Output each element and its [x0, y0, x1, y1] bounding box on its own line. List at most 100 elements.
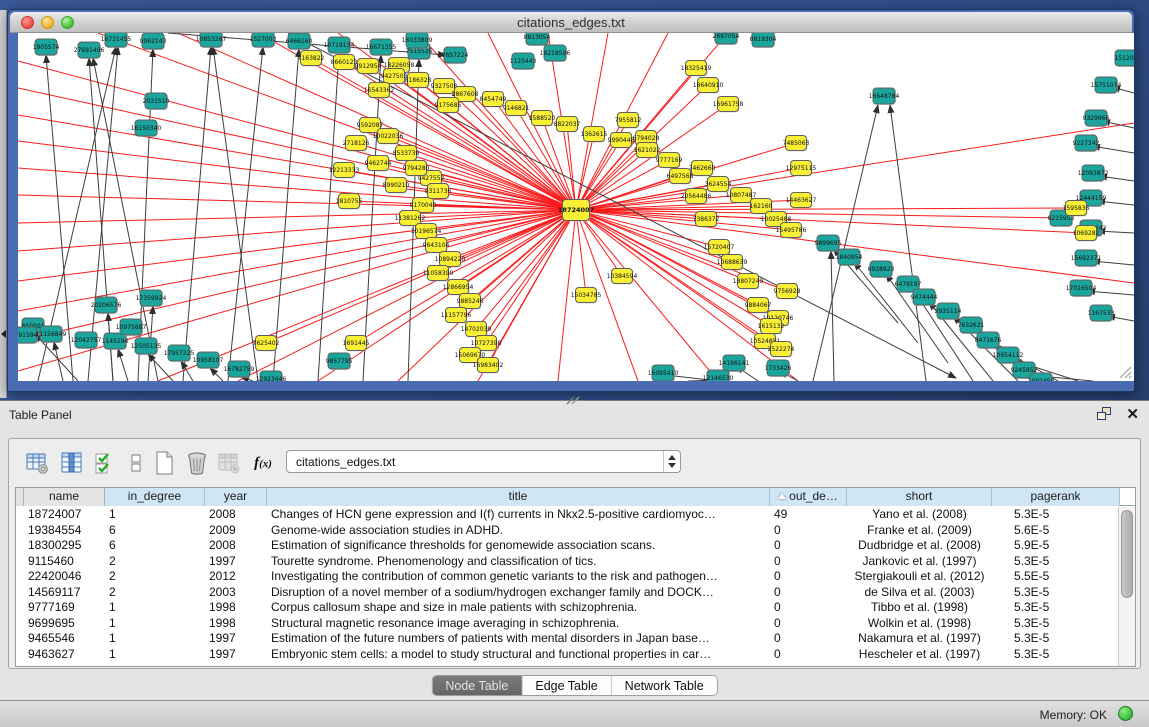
network-node[interactable]: 8660123 — [331, 55, 358, 71]
table-row[interactable]: 1938455462009Genome-wide association stu… — [16, 523, 1117, 539]
network-node[interactable]: 1167533 — [1088, 305, 1115, 322]
scrollbar-thumb[interactable] — [1121, 510, 1133, 598]
network-node[interactable]: 16150340 — [131, 120, 162, 137]
network-node[interactable]: 9777169 — [656, 153, 683, 169]
resize-grip[interactable] — [1116, 365, 1132, 379]
trash-icon[interactable] — [183, 449, 211, 477]
network-node[interactable]: 9462744 — [365, 156, 392, 172]
network-node[interactable]: 8990210 — [383, 178, 410, 194]
network-node[interactable]: 14463627 — [786, 193, 817, 209]
network-node[interactable]: 9175685 — [435, 98, 462, 114]
column-header-out_de…[interactable]: out_de… — [770, 488, 847, 506]
table-panel-titlebar[interactable]: Table Panel ✕ — [0, 401, 1149, 428]
network-node[interactable]: 10654112 — [993, 347, 1024, 364]
network-node[interactable]: 3624554 — [705, 177, 732, 193]
network-node[interactable]: 16782759 — [224, 361, 255, 378]
table-row[interactable]: 2242004622012Investigating the contribut… — [16, 569, 1117, 585]
network-node[interactable]: 151204 — [1115, 50, 1134, 67]
network-node[interactable]: 8186328 — [405, 73, 432, 89]
table-row[interactable]: 946554611997Estimation of the future num… — [16, 631, 1117, 647]
network-node[interactable]: 9474444 — [911, 289, 938, 306]
network-node[interactable]: 9857795 — [326, 353, 353, 370]
network-canvas[interactable]: 1905574276914061673145590621431085328715… — [18, 33, 1134, 381]
network-node[interactable]: 7485063 — [783, 136, 810, 152]
network-node[interactable]: 9311736 — [425, 184, 452, 200]
network-node[interactable]: 9899695 — [815, 235, 842, 252]
network-node[interactable]: 9884067 — [745, 298, 772, 314]
network-node[interactable]: 12093872 — [1078, 165, 1109, 182]
network-node[interactable]: 12505135 — [131, 338, 162, 355]
network-node[interactable]: 18325419 — [681, 61, 712, 77]
network-node[interactable]: 16033809 — [402, 33, 433, 49]
new-document-icon[interactable] — [150, 449, 178, 477]
network-node[interactable]: 12146530 — [703, 370, 734, 381]
table-row[interactable]: 977716911998Corpus callosum shape and si… — [16, 600, 1117, 616]
network-node[interactable]: 1092450 — [1028, 373, 1055, 381]
network-node[interactable]: 7632621 — [958, 317, 985, 334]
table-header-row[interactable]: namein_degreeyeartitleout_de…shortpagera… — [16, 488, 1135, 506]
network-node[interactable]: 10022036 — [373, 129, 404, 145]
network-node[interactable]: 12975115 — [786, 161, 817, 177]
network-node[interactable]: 16961758 — [713, 97, 744, 113]
network-node[interactable]: 17359924 — [136, 290, 167, 307]
network-node[interactable]: 2031510 — [143, 93, 170, 110]
network-node[interactable]: 7857224 — [442, 47, 469, 64]
function-fx-icon[interactable]: f(x) — [249, 449, 277, 477]
network-node[interactable]: 8819304 — [750, 33, 777, 48]
network-node[interactable]: 16983402 — [473, 358, 504, 374]
table-row[interactable]: 1830029562008Estimation of significance … — [16, 538, 1117, 554]
network-node[interactable]: 9794280 — [403, 161, 430, 177]
network-node[interactable]: 20206576 — [91, 297, 122, 314]
tab-network-table[interactable]: Network Table — [612, 676, 717, 695]
column-header-short[interactable]: short — [847, 488, 992, 506]
column-header-name[interactable]: name — [24, 488, 105, 506]
network-node[interactable]: 18807249 — [733, 274, 764, 290]
network-node[interactable]: 2687054 — [713, 33, 740, 45]
network-node[interactable]: 11157796 — [441, 308, 472, 324]
table-scrollbar[interactable] — [1118, 507, 1135, 666]
network-node[interactable]: 8822037 — [554, 117, 581, 133]
network-node[interactable]: 10975887 — [116, 319, 147, 336]
network-node[interactable]: 9227342 — [1073, 135, 1100, 152]
table-row[interactable]: 1872400712008Changes of HCN gene express… — [16, 507, 1117, 523]
network-node[interactable]: 11156849 — [36, 326, 67, 343]
network-node[interactable]: 1840954 — [836, 249, 863, 266]
table-column-icon[interactable] — [58, 449, 86, 477]
network-node[interactable]: 9146821 — [503, 101, 530, 117]
network-node[interactable]: 11058390 — [423, 266, 454, 282]
network-node[interactable]: 8938923 — [868, 261, 895, 278]
network-node[interactable]: 9756928 — [774, 284, 801, 300]
window-titlebar[interactable]: citations_edges.txt — [10, 12, 1132, 33]
network-node[interactable]: 12213333 — [329, 163, 360, 179]
network-node[interactable]: 9062143 — [140, 33, 167, 50]
network-node[interactable]: 10688639 — [717, 255, 748, 271]
tab-node-table[interactable]: Node Table — [432, 676, 522, 695]
network-node[interactable]: 1125443 — [510, 53, 537, 70]
network-node[interactable]: 1527003 — [250, 33, 277, 48]
network-node[interactable]: 7955812 — [615, 113, 642, 129]
network-node[interactable]: 18640910 — [693, 78, 724, 94]
network-node[interactable]: 27691406 — [74, 42, 105, 59]
network-node[interactable]: 16543362 — [364, 83, 395, 99]
network-view-window[interactable]: citations_edges.txt 19055742769140616731… — [7, 9, 1135, 392]
network-node[interactable]: 1069282 — [1073, 226, 1100, 242]
network-node[interactable]: 9990448 — [608, 133, 635, 149]
network-node[interactable]: 7625402 — [253, 336, 280, 352]
column-header-year[interactable]: year — [205, 488, 267, 506]
column-header-title[interactable]: title — [267, 488, 770, 506]
network-node[interactable]: 15751074 — [1091, 77, 1122, 94]
row-height-icon[interactable] — [122, 449, 150, 477]
network-node[interactable]: 7386372 — [693, 212, 720, 228]
network-node[interactable]: 10853287 — [196, 33, 227, 48]
network-node[interactable]: 15720407 — [704, 240, 735, 256]
panel-collapse-arrow-icon[interactable] — [1, 330, 6, 338]
network-node[interactable]: 1810755 — [336, 194, 363, 210]
table-row[interactable]: 946362711997Embryonic stem cells: a mode… — [16, 647, 1117, 663]
network-node[interactable]: 9329966 — [1083, 110, 1110, 127]
network-node[interactable]: 18724007 — [558, 200, 594, 222]
network-node[interactable]: 1691445 — [343, 336, 370, 352]
table-row[interactable]: 911546021997Tourette syndrome. Phenomeno… — [16, 554, 1117, 570]
network-node[interactable]: 19218596 — [540, 45, 571, 62]
network-node[interactable]: 16648784 — [869, 88, 900, 105]
memory-ok-indicator-icon[interactable] — [1118, 706, 1133, 721]
